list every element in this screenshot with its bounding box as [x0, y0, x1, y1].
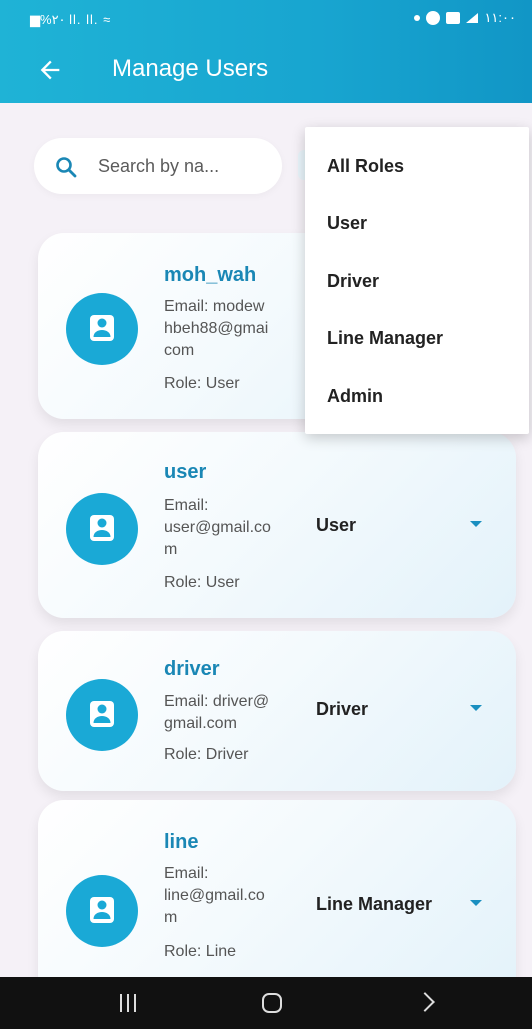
role-dropdown[interactable]: Driver [316, 695, 496, 725]
user-name: user [164, 461, 207, 483]
caret-down-icon [470, 521, 482, 527]
menu-item-admin[interactable]: Admin [327, 386, 383, 407]
menu-item-line-manager[interactable]: Line Manager [327, 328, 443, 349]
user-email-line: hbeh88@gmai [164, 320, 269, 337]
user-avatar [66, 293, 138, 365]
menu-item-all-roles[interactable]: All Roles [327, 156, 404, 177]
user-avatar [66, 875, 138, 947]
user-email-line: gmail.com [164, 715, 237, 732]
user-email-line: Email: [164, 865, 209, 882]
search-bar[interactable] [34, 138, 282, 194]
role-dropdown-value: User [316, 515, 357, 535]
home-button[interactable] [262, 993, 282, 1013]
user-email-line: user@gmail.co [164, 519, 271, 536]
role-dropdown-value: Driver [316, 699, 369, 719]
status-left-indicators: ▆%٢٠ ll. ll. ≈ [30, 12, 112, 27]
user-card: line Email: line@gmail.co m Role: Line L… [38, 800, 516, 1000]
menu-item-user[interactable]: User [327, 213, 367, 234]
menu-item-driver[interactable]: Driver [327, 271, 379, 292]
person-icon [90, 701, 114, 727]
user-role: Role: User [164, 375, 240, 392]
user-email: Email: modew hbeh88@gmai com [164, 296, 268, 362]
user-avatar [66, 679, 138, 751]
user-name: moh_wah [164, 264, 257, 286]
user-email: Email: user@gmail.co m [164, 495, 271, 561]
status-bar: ▆%٢٠ ll. ll. ≈ ١١:٠٠ [0, 0, 532, 36]
user-name: line [164, 831, 199, 853]
arrow-left-icon [40, 60, 60, 80]
user-role: Role: Driver [164, 746, 249, 763]
person-icon [90, 515, 114, 541]
search-icon [56, 157, 77, 178]
user-role: Role: User [164, 574, 240, 591]
user-card: driver Email: driver@ gmail.com Role: Dr… [38, 631, 516, 791]
user-card: user Email: user@gmail.co m Role: User U… [38, 432, 516, 618]
user-email-line: m [164, 909, 178, 926]
role-dropdown-value: Line Manager [316, 894, 433, 914]
user-email-line: Email: driver@ [164, 693, 270, 710]
app-bar: ▆%٢٠ ll. ll. ≈ ١١:٠٠ Manage Users [0, 0, 532, 103]
role-filter-menu: All Roles User Driver Line Manager Admin [305, 127, 529, 434]
user-email: Email: driver@ gmail.com [164, 691, 269, 735]
search-input[interactable] [98, 152, 268, 180]
back-button[interactable] [36, 56, 64, 84]
gallery-icon [446, 12, 461, 24]
telegram-icon [466, 13, 479, 23]
user-avatar [66, 493, 138, 565]
user-email-line: Email: [164, 497, 209, 514]
user-name: driver [164, 658, 220, 680]
status-clock: ١١:٠٠ [484, 10, 516, 25]
notification-dot-icon [414, 15, 421, 21]
caret-down-icon [470, 705, 482, 711]
system-nav-bar [0, 977, 532, 1029]
caret-down-icon [470, 900, 482, 906]
system-back-button[interactable] [415, 992, 435, 1012]
role-dropdown[interactable]: User [316, 511, 496, 541]
recent-apps-button[interactable] [120, 994, 140, 1012]
user-role: Role: Line [164, 943, 237, 960]
user-email-line: line@gmail.co [164, 887, 265, 904]
role-dropdown[interactable]: Line Manager [316, 890, 496, 920]
person-icon [90, 315, 114, 341]
user-email-line: com [164, 342, 195, 359]
user-email: Email: line@gmail.co m [164, 863, 265, 929]
user-email-line: Email: modew [164, 298, 265, 315]
user-email-line: m [164, 541, 178, 558]
page-title: Manage Users [112, 55, 269, 82]
messenger-icon [426, 11, 441, 25]
person-icon [90, 897, 114, 923]
status-right-indicators: ١١:٠٠ [414, 10, 516, 26]
